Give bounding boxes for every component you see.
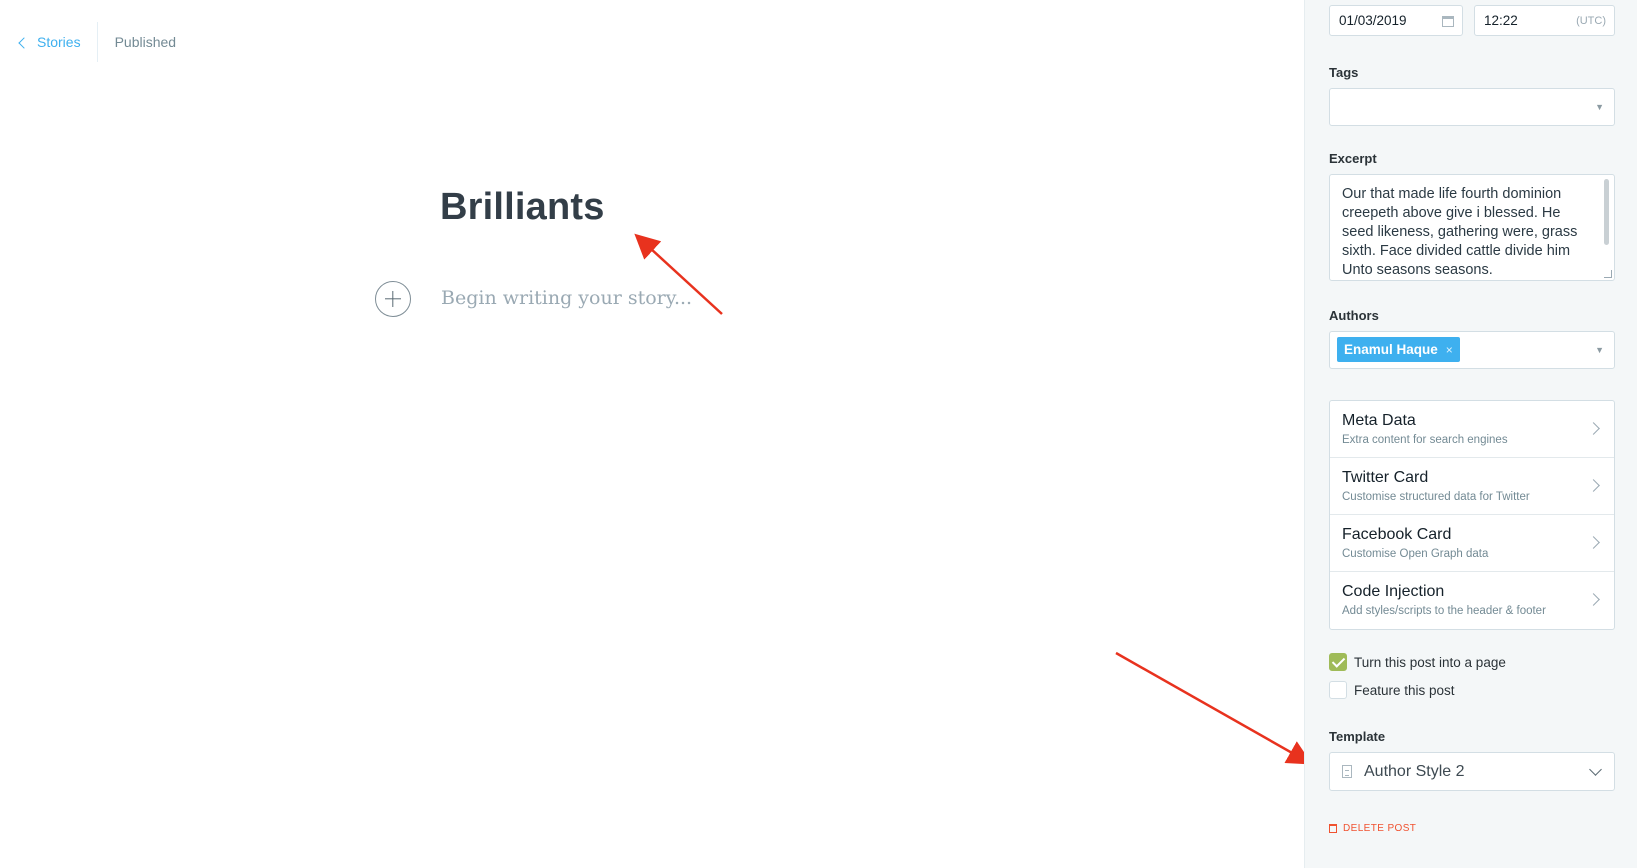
menu-item-title: Code Injection <box>1342 583 1445 600</box>
feature-toggle-row[interactable]: Feature this post <box>1329 681 1455 699</box>
remove-author-icon[interactable]: × <box>1446 343 1453 357</box>
feature-checkbox[interactable] <box>1329 681 1347 699</box>
excerpt-textarea[interactable]: Our that made life fourth dominion creep… <box>1329 174 1615 281</box>
authors-input[interactable]: Enamul Haque × ▼ <box>1329 331 1615 369</box>
excerpt-text: Our that made life fourth dominion creep… <box>1342 186 1578 278</box>
feature-checkbox-label: Feature this post <box>1354 682 1455 698</box>
page-checkbox[interactable] <box>1329 653 1347 671</box>
post-settings-sidebar: 01/03/2019 12:22 (UTC) Tags ▼ Excerpt Ou… <box>1304 0 1637 868</box>
tags-label: Tags <box>1329 65 1359 80</box>
menu-item-twitter-card[interactable]: Twitter Card Customise structured data f… <box>1330 458 1614 515</box>
template-select[interactable]: Author Style 2 <box>1329 752 1615 791</box>
menu-item-subtitle: Customise structured data for Twitter <box>1342 491 1530 503</box>
author-name: Enamul Haque <box>1344 342 1438 357</box>
author-token[interactable]: Enamul Haque × <box>1337 337 1460 362</box>
dropdown-caret-icon: ▼ <box>1595 102 1604 112</box>
delete-post-label: DELETE POST <box>1343 823 1417 834</box>
menu-item-title: Facebook Card <box>1342 526 1452 543</box>
page-checkbox-label: Turn this post into a page <box>1354 654 1506 670</box>
menu-item-subtitle: Extra content for search engines <box>1342 434 1508 446</box>
post-title-input[interactable]: Brilliants <box>440 186 605 229</box>
back-link-label: Stories <box>37 34 81 50</box>
post-status: Published <box>114 34 177 50</box>
add-card-button[interactable] <box>375 281 411 317</box>
publish-time-input[interactable]: 12:22 (UTC) <box>1474 5 1615 36</box>
timezone-label: (UTC) <box>1576 15 1606 27</box>
annotation-arrow-template <box>1115 651 1313 765</box>
tags-input[interactable]: ▼ <box>1329 88 1615 126</box>
document-icon <box>1342 765 1352 778</box>
template-value: Author Style 2 <box>1364 762 1465 780</box>
publish-time-value: 12:22 <box>1484 13 1518 28</box>
menu-item-code-injection[interactable]: Code Injection Add styles/scripts to the… <box>1330 572 1614 629</box>
trash-icon <box>1329 824 1337 833</box>
excerpt-scrollbar[interactable] <box>1604 179 1609 245</box>
menu-item-facebook-card[interactable]: Facebook Card Customise Open Graph data <box>1330 515 1614 572</box>
menu-item-subtitle: Add styles/scripts to the header & foote… <box>1342 605 1546 617</box>
chevron-left-icon <box>18 36 30 49</box>
authors-label: Authors <box>1329 308 1379 323</box>
menu-item-subtitle: Customise Open Graph data <box>1342 548 1489 560</box>
back-to-stories-link[interactable]: Stories <box>18 22 98 62</box>
chevron-down-icon <box>1589 763 1602 776</box>
editor-header: Stories Published <box>0 0 176 84</box>
menu-item-meta-data[interactable]: Meta Data Extra content for search engin… <box>1330 401 1614 458</box>
publish-date-input[interactable]: 01/03/2019 <box>1329 5 1463 36</box>
dropdown-caret-icon: ▼ <box>1595 345 1604 355</box>
publish-date-value: 01/03/2019 <box>1339 13 1407 28</box>
excerpt-label: Excerpt <box>1329 151 1377 166</box>
menu-item-title: Twitter Card <box>1342 469 1429 486</box>
resize-handle-icon[interactable] <box>1604 270 1612 278</box>
calendar-icon[interactable] <box>1442 16 1454 27</box>
story-body-editor[interactable]: Begin writing your story... <box>441 287 692 309</box>
delete-post-button[interactable]: DELETE POST <box>1329 823 1416 834</box>
menu-item-title: Meta Data <box>1342 412 1416 429</box>
template-label: Template <box>1329 729 1386 744</box>
settings-menu: Meta Data Extra content for search engin… <box>1329 400 1615 630</box>
page-toggle-row[interactable]: Turn this post into a page <box>1329 653 1506 671</box>
